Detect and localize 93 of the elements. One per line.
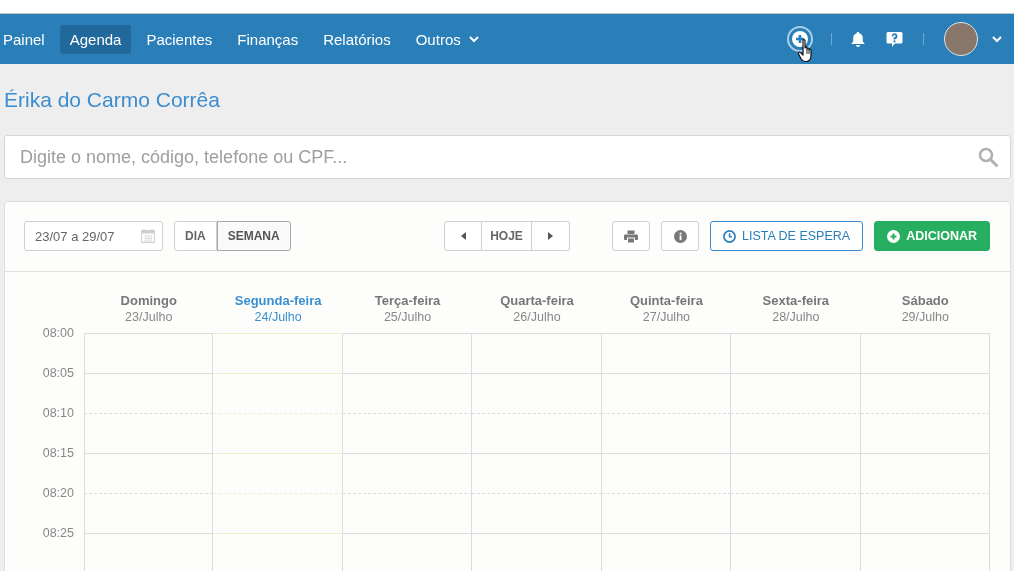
caret-left-icon: [460, 232, 466, 240]
day-date: 24/Julho: [254, 309, 302, 326]
day-date: 27/Julho: [642, 309, 691, 326]
time-slot-cell[interactable]: [601, 333, 732, 373]
day-date: 23/Julho: [125, 309, 173, 326]
time-slot-cell[interactable]: [213, 373, 343, 413]
time-slot-cell[interactable]: [342, 413, 473, 453]
time-slot-cell[interactable]: [472, 333, 602, 373]
nav-link[interactable]: Pacientes: [136, 24, 223, 54]
day-name: Quinta-feira: [629, 292, 703, 309]
time-slot-cell[interactable]: [472, 533, 602, 571]
day-name: Sábado: [901, 292, 949, 309]
date-range-field[interactable]: 23/07 a 29/07: [24, 221, 163, 251]
time-label: 08:10: [42, 405, 74, 421]
time-slot-cell[interactable]: [601, 533, 732, 571]
time-slot-cell[interactable]: [731, 533, 861, 571]
time-slot-cell[interactable]: [860, 533, 990, 571]
time-slot-cell[interactable]: [601, 413, 732, 453]
time-label: 08:25: [42, 525, 74, 541]
time-slot-cell[interactable]: [601, 453, 732, 493]
day-date: 26/Julho: [513, 309, 561, 326]
info-icon: [673, 229, 687, 243]
time-slot-cell[interactable]: [84, 413, 214, 453]
add-button[interactable]: ADICIONAR: [874, 221, 990, 251]
caret-right-icon: [548, 232, 553, 240]
time-slot-cell[interactable]: [472, 413, 602, 453]
time-slot-cell[interactable]: [342, 493, 473, 533]
day-name: Sexta-feira: [762, 292, 830, 309]
time-slot-cell[interactable]: [860, 493, 990, 533]
bell-icon[interactable]: [850, 30, 866, 48]
time-slot-cell[interactable]: [342, 333, 473, 373]
time-slot-cell[interactable]: [731, 333, 861, 373]
day-name: Segunda-feira: [234, 292, 322, 309]
view-mode-button[interactable]: SEMANA: [216, 221, 291, 251]
time-slot-cell[interactable]: [342, 533, 473, 571]
time-slot-cell[interactable]: [731, 453, 861, 493]
time-slot-cell[interactable]: [342, 373, 473, 413]
clock-icon: [723, 229, 736, 243]
search-field[interactable]: Digite o nome, código, telefone ou CPF...: [4, 135, 1011, 179]
chevron-down-icon: [468, 35, 479, 43]
calendar-icon[interactable]: [141, 229, 155, 243]
time-slot-cell[interactable]: [342, 453, 473, 493]
time-slot-cell[interactable]: [213, 493, 343, 533]
time-slot-cell[interactable]: [213, 413, 343, 453]
view-mode-button[interactable]: DIA: [174, 221, 217, 251]
day-name: Quarta-feira: [500, 292, 574, 309]
day-date: 28/Julho: [772, 309, 820, 326]
day-date: 25/Julho: [383, 309, 432, 326]
waitlist-button[interactable]: LISTA DE ESPERA: [710, 221, 864, 251]
time-slot-cell[interactable]: [472, 373, 602, 413]
time-label: 08:20: [42, 485, 74, 501]
time-slot-cell[interactable]: [601, 493, 732, 533]
help-icon[interactable]: [886, 30, 903, 48]
nav-link[interactable]: Painel: [0, 24, 55, 54]
day-name: Domingo: [120, 292, 177, 309]
search-icon[interactable]: [978, 147, 998, 167]
time-slot-cell[interactable]: [213, 533, 343, 571]
patient-name: Érika do Carmo Corrêa: [4, 87, 221, 113]
printer-icon: [624, 229, 638, 243]
previous-button[interactable]: [444, 221, 482, 251]
time-slot-cell[interactable]: [860, 453, 990, 493]
time-label: 08:05: [42, 365, 74, 381]
avatar-placeholder[interactable]: [944, 22, 978, 56]
time-slot-cell[interactable]: [731, 493, 861, 533]
day-name: Terça-feira: [374, 292, 441, 309]
chevron-down-icon[interactable]: [992, 35, 1002, 43]
nav-link[interactable]: Finanças: [227, 24, 309, 54]
next-button[interactable]: [532, 221, 570, 251]
time-slot-cell[interactable]: [731, 373, 861, 413]
time-slot-cell[interactable]: [601, 373, 732, 413]
time-slot-cell[interactable]: [860, 413, 990, 453]
plus-circle-icon: [887, 229, 901, 243]
time-label: 08:15: [42, 445, 74, 461]
time-slot-cell[interactable]: [472, 453, 602, 493]
nav-link[interactable]: Agenda: [59, 24, 132, 54]
time-slot-cell[interactable]: [731, 413, 861, 453]
time-slot-cell[interactable]: [84, 373, 214, 413]
time-slot-cell[interactable]: [860, 373, 990, 413]
time-slot-cell[interactable]: [860, 333, 990, 373]
time-slot-cell[interactable]: [84, 533, 214, 571]
time-slot-cell[interactable]: [472, 493, 602, 533]
time-slot-cell[interactable]: [213, 333, 343, 373]
time-slot-cell[interactable]: [84, 453, 214, 493]
today-button[interactable]: HOJE: [482, 221, 532, 251]
time-slot-cell[interactable]: [84, 333, 214, 373]
info-button[interactable]: [661, 221, 699, 251]
time-slot-cell[interactable]: [213, 453, 343, 493]
print-button[interactable]: [612, 221, 650, 251]
day-date: 29/Julho: [901, 309, 949, 326]
nav-link[interactable]: Outros: [405, 24, 489, 54]
time-slot-cell[interactable]: [84, 493, 214, 533]
nav-link[interactable]: Relatórios: [313, 24, 401, 54]
time-label: 08:00: [42, 325, 74, 341]
